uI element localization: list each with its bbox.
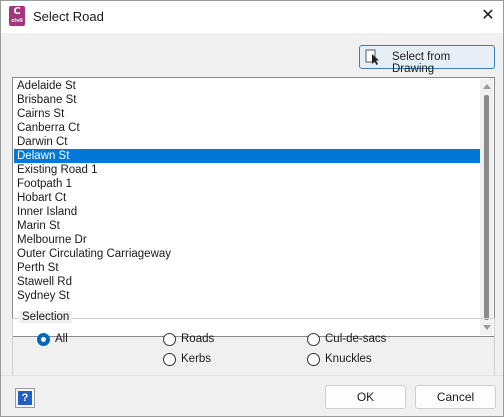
close-icon: ✕ (481, 7, 495, 24)
road-list-item[interactable]: Darwin Ct (14, 135, 482, 149)
radio-cul-de-sacs-label: Cul-de-sacs (325, 333, 387, 345)
road-list-item[interactable]: Inner Island (14, 205, 482, 219)
scroll-thumb[interactable] (484, 95, 489, 320)
list-scrollbar[interactable] (480, 79, 493, 335)
radio-kerbs-indicator (163, 353, 176, 366)
road-list[interactable]: Sydney St Stawell Rd Perth St Outer Circula… (12, 77, 495, 337)
radio-all-label: All (55, 333, 68, 345)
road-list-item[interactable]: Outer Circulating Carriageway (14, 247, 482, 261)
road-list-item[interactable]: Perth St (14, 261, 482, 275)
footer-divider (1, 375, 503, 376)
civil3d-app-icon: C civil (9, 6, 25, 26)
radio-cul-de-sacs-indicator (307, 333, 320, 346)
selection-group: Selection All Roads Cul-de-sacs Kerbs Kn… (12, 311, 495, 376)
app-icon-sub: civil (11, 18, 23, 24)
road-list-item[interactable]: Cairns St (14, 107, 482, 121)
radio-knuckles-label: Knuckles (325, 353, 372, 365)
road-list-item[interactable]: Sydney St (14, 289, 482, 303)
cancel-button[interactable]: Cancel (415, 385, 496, 409)
road-list-item-selected[interactable]: Delawn St (14, 149, 482, 163)
app-icon-letter: C (13, 6, 21, 17)
radio-knuckles-indicator (307, 353, 320, 366)
road-list-item[interactable]: Hobart Ct (14, 191, 482, 205)
road-list-item[interactable]: Stawell Rd (14, 275, 482, 289)
ok-button[interactable]: OK (325, 385, 406, 409)
pick-cursor-icon (365, 49, 379, 65)
road-list-item[interactable]: Brisbane St (14, 93, 482, 107)
radio-roads-label: Roads (181, 333, 215, 345)
title-bar: C civil Select Road ✕ (1, 1, 503, 33)
help-button[interactable]: ? (15, 388, 35, 408)
dialog-body: Select from Drawing Sydney St Stawell Rd P… (1, 33, 503, 416)
close-button[interactable]: ✕ (473, 1, 503, 33)
road-list-item[interactable]: Footpath 1 (14, 177, 482, 191)
road-list-item[interactable]: Existing Road 1 (14, 163, 482, 177)
radio-all-indicator (37, 333, 50, 346)
select-from-drawing-label: Select from Drawing (392, 51, 451, 75)
radio-kerbs-label: Kerbs (181, 353, 212, 365)
radio-roads-indicator (163, 333, 176, 346)
window-title: Select Road (33, 9, 104, 24)
road-list-item[interactable]: Marin St (14, 219, 482, 233)
select-from-drawing-button[interactable]: Select from Drawing (359, 45, 495, 75)
road-list-item[interactable]: Adelaide St (14, 79, 482, 93)
road-list-item[interactable]: Canberra Ct (14, 121, 482, 135)
help-icon: ? (18, 391, 32, 405)
scroll-up-icon[interactable] (483, 84, 491, 89)
selection-group-title: Selection (19, 311, 73, 323)
select-road-dialog: C civil Select Road ✕ Select from Drawin… (0, 0, 504, 417)
road-list-item[interactable]: Melbourne Dr (14, 233, 482, 247)
